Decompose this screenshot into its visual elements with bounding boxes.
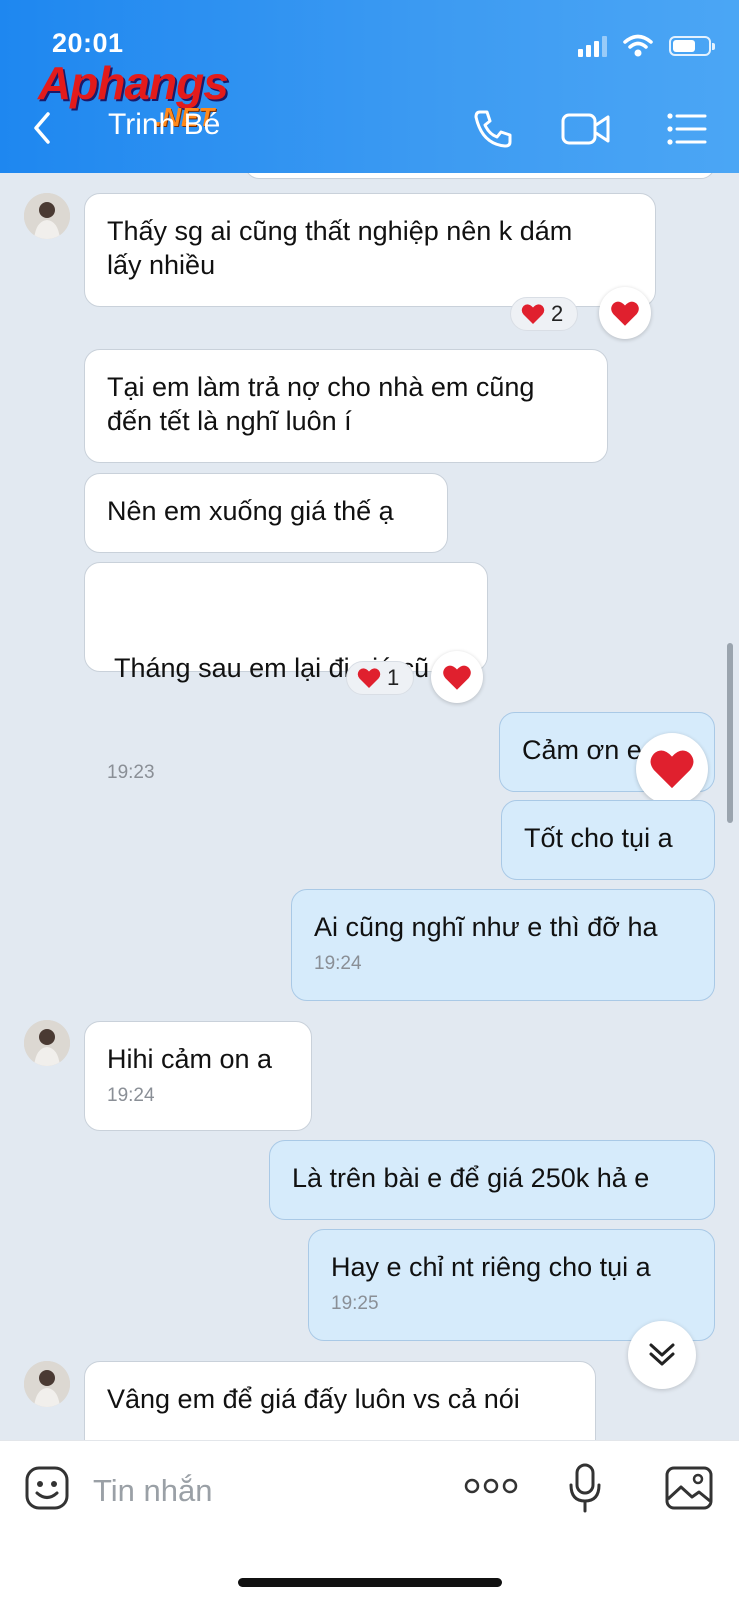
contact-name[interactable]: Trinh Bé xyxy=(108,108,220,142)
reaction-count: 2 xyxy=(551,301,564,326)
heart-icon xyxy=(443,665,471,690)
react-heart-button[interactable] xyxy=(636,733,708,805)
reaction-summary[interactable]: 2 xyxy=(510,297,578,331)
message-bubble-incoming[interactable]: Vâng em để giá đấy luôn vs cả nói xyxy=(84,1361,596,1440)
message-text: Là trên bài e để giá 250k hả e xyxy=(292,1163,650,1193)
message-text: Tại em làm trả nợ cho nhà em cũng xyxy=(107,372,535,402)
chat-header: 20:01 Aphangs .NET Trinh Bé xyxy=(0,0,739,173)
message-text: Ai cũng nghĩ như e thì đỡ ha xyxy=(314,912,658,942)
message-time: 19:24 xyxy=(314,953,362,974)
contact-avatar[interactable] xyxy=(24,1361,70,1407)
video-call-icon[interactable] xyxy=(560,106,612,152)
double-chevron-down-icon xyxy=(649,1343,675,1366)
react-heart-button[interactable] xyxy=(599,287,651,339)
home-indicator xyxy=(238,1578,502,1587)
message-time: 19:25 xyxy=(331,1293,379,1314)
reaction-summary[interactable]: 1 xyxy=(346,661,414,695)
battery-icon xyxy=(669,36,715,56)
message-bubble-outgoing[interactable]: Ai cũng nghĩ như e thì đỡ ha 19:24 xyxy=(291,889,715,1001)
message-input[interactable]: Tin nhắn xyxy=(93,1473,213,1509)
message-bubble-incoming[interactable]: Thấy sg ai cũng thất nghiệp nên k dám lấ… xyxy=(84,193,656,307)
microphone-icon[interactable] xyxy=(568,1463,602,1513)
back-chevron-icon[interactable] xyxy=(28,108,58,148)
message-bubble-incoming[interactable]: Hihi cảm on a 19:24 xyxy=(84,1021,312,1131)
message-composer: Tin nhắn xyxy=(0,1440,739,1601)
message-bubble-incoming[interactable]: Tháng sau em lại đi giá cũ 19:23 xyxy=(84,562,488,783)
message-text: Hihi cảm on a xyxy=(107,1044,273,1074)
heart-icon xyxy=(521,304,545,324)
more-options-icon[interactable] xyxy=(464,1477,518,1495)
previous-message-bubble[interactable] xyxy=(245,173,715,179)
cellular-signal-icon xyxy=(578,35,607,57)
message-text: Thấy sg ai cũng thất nghiệp nên k dám xyxy=(107,216,573,246)
contact-avatar[interactable] xyxy=(24,193,70,239)
sticker-icon[interactable] xyxy=(24,1465,70,1511)
menu-list-icon[interactable] xyxy=(664,106,710,152)
message-list[interactable]: Thấy sg ai cũng thất nghiệp nên k dám lấ… xyxy=(0,173,739,1440)
status-time: 20:01 xyxy=(52,28,124,58)
message-time: 19:23 xyxy=(107,762,155,783)
message-text: Hay e chỉ nt riêng cho tụi a xyxy=(331,1252,651,1282)
contact-avatar[interactable] xyxy=(24,1020,70,1066)
message-text: Tốt cho tụi a xyxy=(524,823,673,853)
heart-icon xyxy=(611,301,639,326)
status-icons xyxy=(578,34,715,58)
reaction-count: 1 xyxy=(387,665,400,690)
phone-call-icon[interactable] xyxy=(470,106,516,152)
scrollbar[interactable] xyxy=(727,643,733,823)
scroll-to-bottom-button[interactable] xyxy=(628,1321,696,1389)
message-text: Vâng em để giá đấy luôn vs cả nói xyxy=(107,1384,520,1414)
message-bubble-incoming[interactable]: Nên em xuống giá thế ạ xyxy=(84,473,448,553)
react-heart-button[interactable] xyxy=(431,651,483,703)
message-bubble-outgoing[interactable]: Là trên bài e để giá 250k hả e xyxy=(269,1140,715,1220)
message-bubble-outgoing[interactable]: Tốt cho tụi a xyxy=(501,800,715,880)
heart-icon xyxy=(650,750,694,789)
image-gallery-icon[interactable] xyxy=(664,1465,714,1511)
message-text: lấy nhiều xyxy=(107,250,216,280)
message-text: Nên em xuống giá thế ạ xyxy=(107,496,394,526)
message-text: đến tết là nghĩ luôn í xyxy=(107,406,352,436)
wifi-icon xyxy=(623,34,653,57)
heart-icon xyxy=(357,668,381,688)
message-bubble-incoming[interactable]: Tại em làm trả nợ cho nhà em cũng đến tế… xyxy=(84,349,608,463)
message-time: 19:24 xyxy=(107,1085,155,1106)
